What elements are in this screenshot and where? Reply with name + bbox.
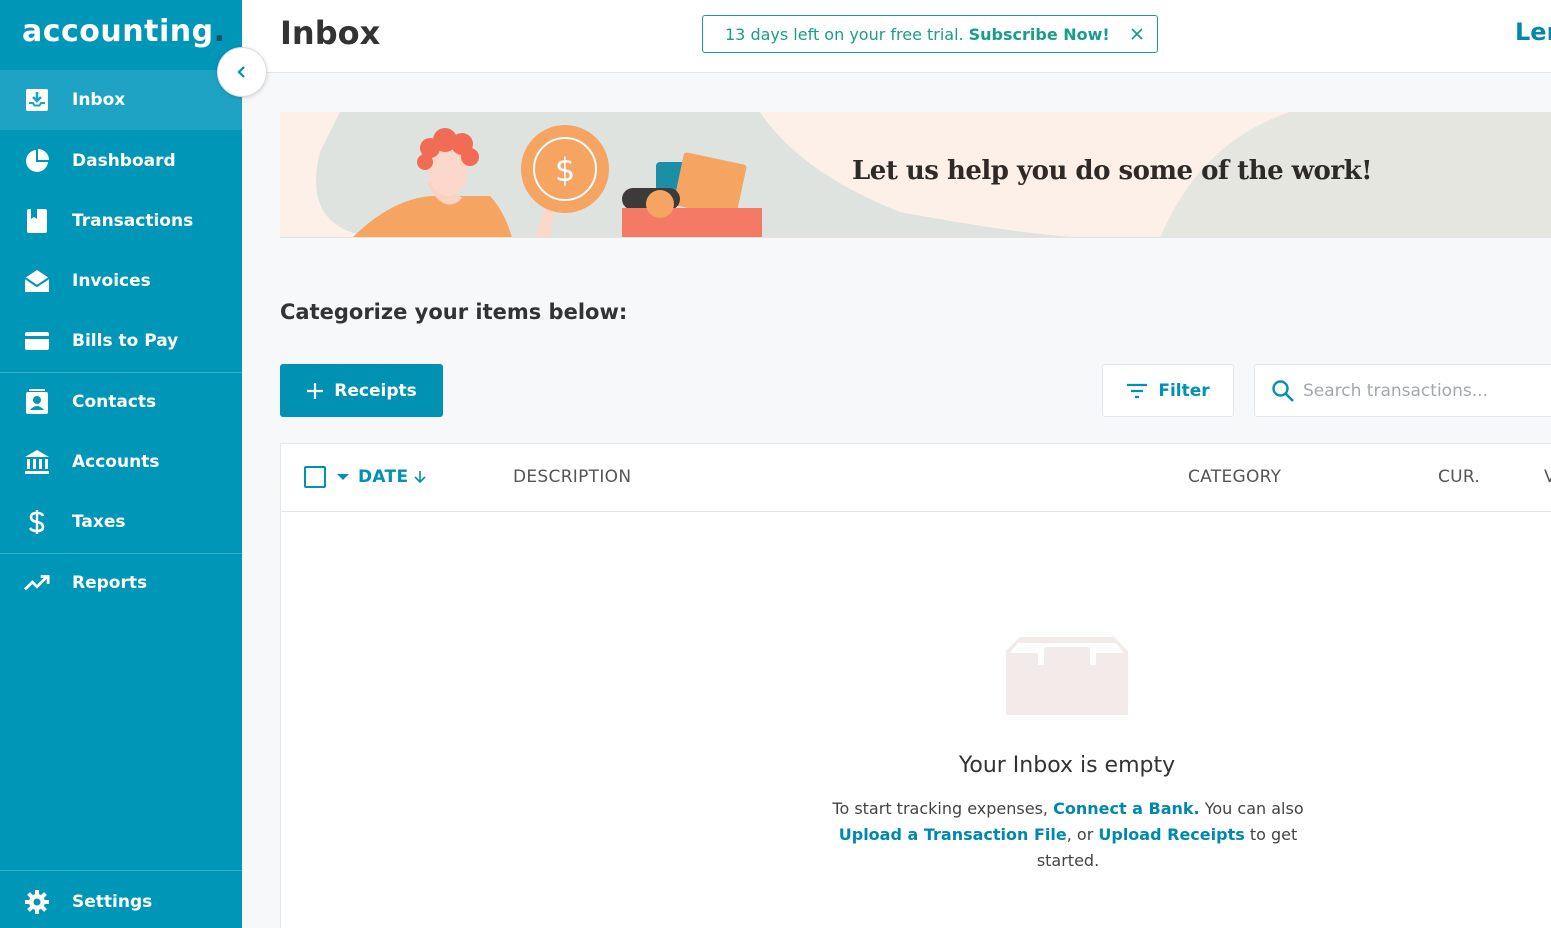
promo-banner: $ Let us help you do some of the work! bbox=[280, 112, 1551, 238]
nav-divider bbox=[0, 870, 242, 871]
app-logo[interactable]: accounting. bbox=[22, 14, 226, 49]
empty-inbox-icon bbox=[1006, 637, 1128, 719]
dollar-icon bbox=[24, 509, 50, 535]
upload-receipts-link[interactable]: Upload Receipts bbox=[1098, 825, 1244, 844]
sidebar-item-reports[interactable]: Reports bbox=[0, 553, 242, 613]
column-currency[interactable]: CUR. bbox=[1438, 467, 1480, 487]
sidebar-item-inbox[interactable]: Inbox bbox=[0, 70, 242, 130]
sidebar-item-transactions[interactable]: Transactions bbox=[0, 191, 242, 251]
contact-card-icon bbox=[24, 389, 50, 415]
sidebar-item-label: Bills to Pay bbox=[72, 331, 179, 351]
empty-title: Your Inbox is empty bbox=[958, 753, 1176, 778]
section-title: Categorize your items below: bbox=[280, 300, 628, 324]
trial-text: 13 days left on your free trial. bbox=[725, 24, 964, 44]
sidebar-item-taxes[interactable]: Taxes bbox=[0, 492, 242, 552]
transactions-table: DATE DESCRIPTION CATEGORY CUR. V Your In… bbox=[280, 443, 1551, 928]
column-date[interactable]: DATE bbox=[358, 467, 426, 487]
sidebar-item-label: Inbox bbox=[72, 90, 126, 110]
header: Inbox 13 days left on your free trial. S… bbox=[242, 0, 1551, 73]
filter-icon bbox=[1127, 383, 1148, 398]
select-all-checkbox[interactable] bbox=[304, 466, 326, 488]
column-date-label: DATE bbox=[358, 467, 409, 487]
sidebar-item-bills[interactable]: Bills to Pay bbox=[0, 311, 242, 371]
receipts-label: Receipts bbox=[334, 380, 417, 401]
sidebar-item-dashboard[interactable]: Dashboard bbox=[0, 131, 242, 191]
filter-label: Filter bbox=[1158, 380, 1210, 401]
plus-icon bbox=[307, 382, 324, 399]
svg-text:$: $ bbox=[555, 151, 575, 189]
credit-card-icon bbox=[24, 328, 50, 354]
search-icon bbox=[1271, 379, 1295, 407]
search-input[interactable] bbox=[1303, 365, 1551, 416]
filter-button[interactable]: Filter bbox=[1102, 364, 1234, 417]
connect-bank-link[interactable]: Connect a Bank. bbox=[1053, 799, 1200, 818]
chevron-down-icon[interactable] bbox=[337, 474, 349, 480]
collapse-sidebar-button[interactable] bbox=[217, 47, 267, 97]
sidebar-item-invoices[interactable]: Invoices bbox=[0, 251, 242, 311]
upload-transaction-file-link[interactable]: Upload a Transaction File bbox=[839, 825, 1067, 844]
user-menu[interactable]: Lenny bbox=[1515, 18, 1551, 46]
book-icon bbox=[24, 208, 50, 234]
add-receipts-button[interactable]: Receipts bbox=[280, 364, 443, 417]
subscribe-link[interactable]: Subscribe Now! bbox=[969, 25, 1110, 44]
pie-chart-icon bbox=[24, 148, 50, 174]
gear-icon bbox=[24, 889, 50, 915]
empty-state: Your Inbox is empty To start tracking ex… bbox=[281, 512, 1551, 928]
search-box bbox=[1254, 364, 1551, 417]
column-value[interactable]: V bbox=[1544, 467, 1551, 487]
sidebar-item-label: Transactions bbox=[72, 211, 194, 231]
column-category[interactable]: CATEGORY bbox=[1188, 467, 1281, 487]
sidebar-item-label: Taxes bbox=[72, 512, 126, 532]
inbox-icon bbox=[24, 87, 50, 113]
close-icon[interactable] bbox=[1127, 24, 1147, 44]
sidebar-item-label: Accounts bbox=[72, 452, 160, 472]
column-description[interactable]: DESCRIPTION bbox=[513, 467, 631, 487]
promo-text: Let us help you do some of the work! bbox=[852, 156, 1373, 186]
trend-icon bbox=[24, 570, 50, 596]
trial-banner: 13 days left on your free trial. Subscri… bbox=[702, 15, 1158, 53]
sidebar-item-label: Reports bbox=[72, 573, 148, 593]
sort-down-icon bbox=[414, 471, 426, 484]
sidebar-item-label: Dashboard bbox=[72, 151, 176, 171]
sidebar-item-accounts[interactable]: Accounts bbox=[0, 432, 242, 492]
sidebar-item-label: Invoices bbox=[72, 271, 151, 291]
envelope-icon bbox=[24, 268, 50, 294]
chevron-left-icon bbox=[237, 66, 245, 78]
sidebar-item-label: Settings bbox=[72, 892, 153, 912]
bank-icon bbox=[24, 449, 50, 475]
page-title: Inbox bbox=[280, 14, 381, 52]
table-header: DATE DESCRIPTION CATEGORY CUR. V bbox=[281, 444, 1551, 512]
empty-description: To start tracking expenses, Connect a Ba… bbox=[832, 799, 1304, 870]
sidebar: accounting. Inbox Dashboard Transactions… bbox=[0, 0, 242, 928]
sidebar-item-settings[interactable]: Settings bbox=[0, 872, 242, 928]
sidebar-item-contacts[interactable]: Contacts bbox=[0, 372, 242, 432]
sidebar-item-label: Contacts bbox=[72, 392, 157, 412]
